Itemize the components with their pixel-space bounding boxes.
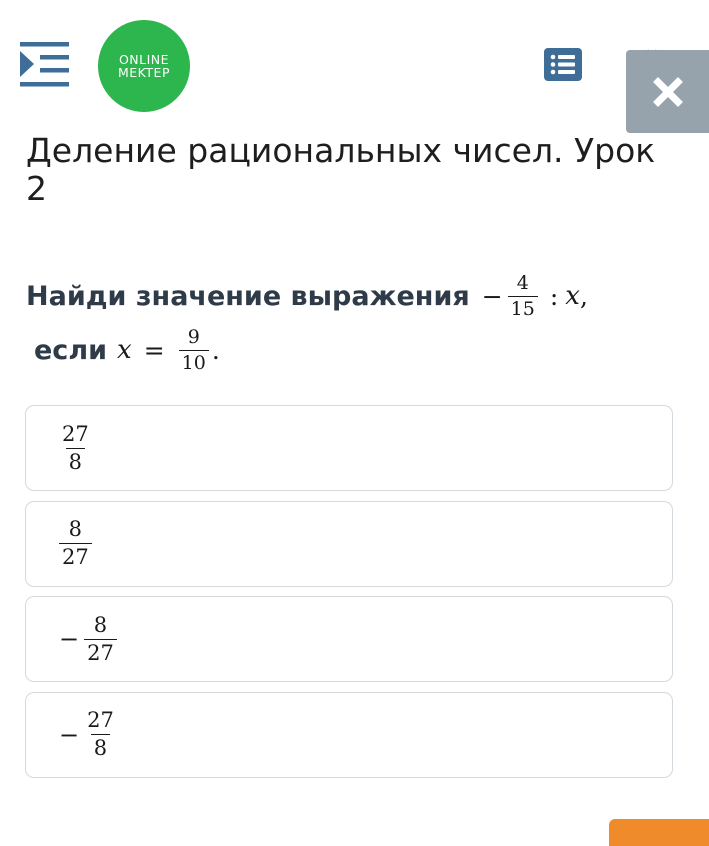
- answer-option-4[interactable]: − 27 8: [25, 691, 673, 778]
- condition-word: если: [34, 334, 108, 366]
- answer-numerator: 8: [68, 517, 83, 541]
- question-prefix: Найди значение выражения: [26, 280, 470, 312]
- header: ONLINE MEKTEP: [0, 0, 709, 133]
- answer-numerator: 27: [87, 708, 114, 732]
- question-fraction: 4 15: [507, 271, 538, 319]
- variable-x-2: x: [117, 335, 132, 365]
- logo-line-2: MEKTEP: [118, 65, 170, 80]
- answer-fraction: 8 27: [84, 612, 117, 664]
- answer-fraction: 27 8: [59, 421, 92, 473]
- question-text: Найди значение выражения − 4 15 : x , ес…: [0, 270, 709, 380]
- answer-denominator: 8: [65, 447, 86, 473]
- next-button[interactable]: [609, 819, 709, 846]
- comma: ,: [579, 281, 588, 311]
- minus-sign: −: [481, 281, 503, 311]
- answer-numerator: 27: [62, 421, 89, 446]
- period: .: [211, 335, 220, 365]
- equals-sign: =: [143, 335, 165, 365]
- answer-sign: −: [59, 720, 80, 749]
- close-button[interactable]: [626, 50, 709, 133]
- online-mektep-logo[interactable]: ONLINE MEKTEP: [98, 20, 190, 112]
- list-icon[interactable]: [544, 48, 582, 81]
- division-operator: :: [549, 281, 559, 311]
- answer-options: 27 8 8 27 − 8 27 − 27 8: [25, 405, 673, 787]
- answer-numerator: 8: [93, 612, 108, 637]
- answer-denominator: 27: [84, 638, 117, 664]
- answer-option-1[interactable]: 27 8: [25, 405, 673, 491]
- variable-x: x: [565, 281, 580, 311]
- answer-option-2[interactable]: 8 27: [25, 500, 673, 587]
- menu-collapse-icon[interactable]: [20, 42, 70, 90]
- value-fraction: 9 10: [178, 325, 209, 373]
- fraction-numerator: 4: [516, 271, 529, 294]
- close-icon: [652, 76, 683, 107]
- value-denominator: 10: [178, 349, 209, 373]
- question-line-1: Найди значение выражения − 4 15 : x ,: [26, 270, 588, 322]
- answer-sign: −: [59, 625, 80, 653]
- value-numerator: 9: [187, 325, 200, 348]
- question-line-2: если x = 9 10 .: [34, 324, 220, 376]
- answer-fraction: 27 8: [84, 710, 117, 759]
- answer-denominator: 27: [59, 543, 92, 568]
- answer-fraction: 8 27: [59, 519, 92, 568]
- answer-denominator: 8: [90, 734, 111, 759]
- page-title: Деление рациональных чисел. Урок 2: [26, 131, 656, 208]
- answer-option-3[interactable]: − 8 27: [25, 596, 673, 682]
- fraction-denominator: 15: [507, 295, 538, 319]
